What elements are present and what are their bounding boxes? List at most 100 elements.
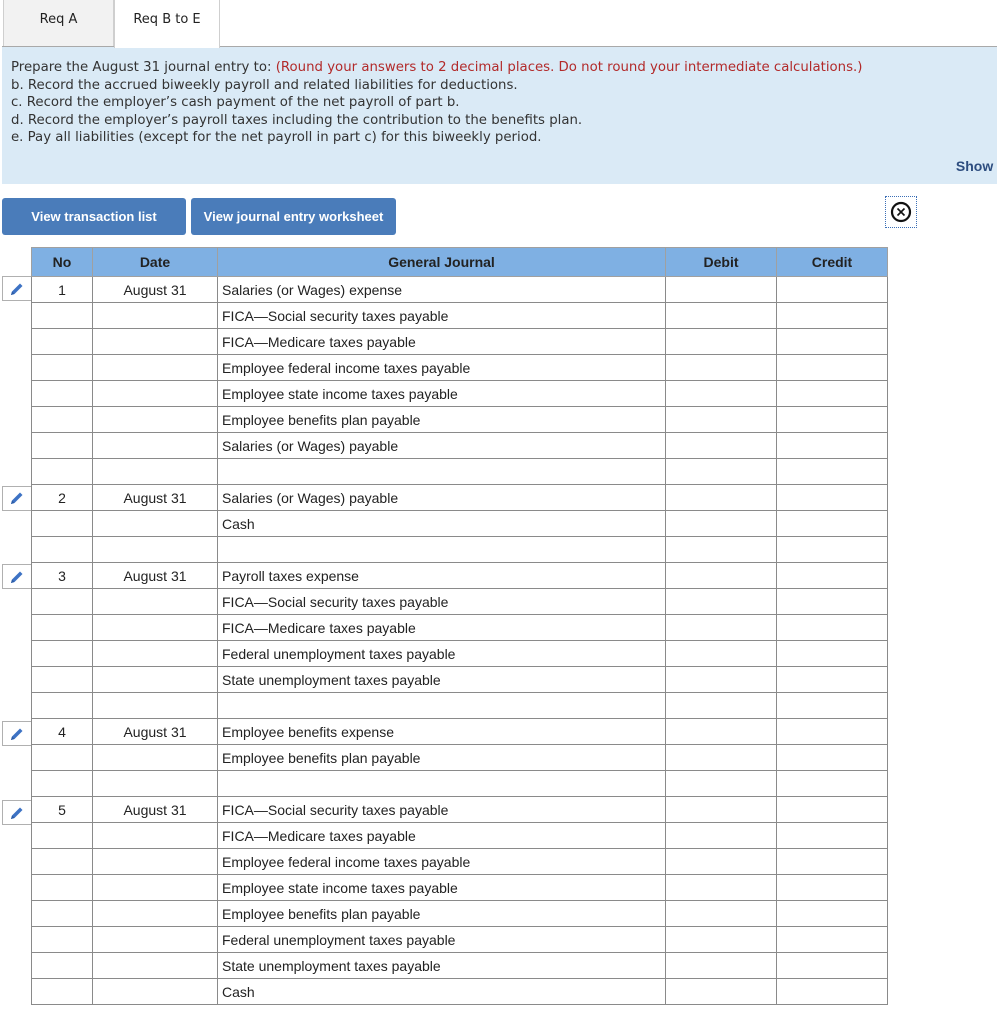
pencil-icon	[11, 571, 23, 583]
empty-cell	[92, 692, 218, 719]
credit-cell[interactable]	[776, 614, 888, 641]
debit-cell[interactable]	[665, 354, 777, 381]
debit-cell[interactable]	[665, 614, 777, 641]
instructions-intro: Prepare the August 31 journal entry to:	[11, 60, 276, 75]
credit-cell[interactable]	[776, 744, 888, 771]
credit-cell[interactable]	[776, 822, 888, 849]
journal-row: State unemployment taxes payable	[31, 952, 888, 979]
credit-cell[interactable]	[776, 796, 888, 823]
account-name: FICA—Social security taxes payable	[217, 588, 666, 615]
view-journal-entry-worksheet-button[interactable]: View journal entry worksheet	[191, 198, 396, 235]
empty-cell[interactable]	[776, 770, 888, 797]
credit-cell[interactable]	[776, 328, 888, 355]
credit-cell[interactable]	[776, 640, 888, 667]
view-transaction-list-button[interactable]: View transaction list	[2, 198, 186, 235]
edit-entry-button[interactable]	[2, 485, 31, 511]
empty-cell	[217, 536, 666, 563]
debit-cell[interactable]	[665, 718, 777, 745]
empty-cell	[217, 692, 666, 719]
debit-cell[interactable]	[665, 276, 777, 303]
credit-cell[interactable]	[776, 276, 888, 303]
credit-cell[interactable]	[776, 302, 888, 329]
credit-cell[interactable]	[776, 874, 888, 901]
journal-row: Cash	[31, 978, 888, 1005]
debit-cell[interactable]	[665, 952, 777, 979]
debit-cell[interactable]	[665, 432, 777, 459]
journal-row: 2 August 31 Salaries (or Wages) payable	[31, 484, 888, 511]
header-debit: Debit	[665, 247, 777, 277]
debit-cell[interactable]	[665, 640, 777, 667]
tab-req-a[interactable]: Req A	[3, 0, 114, 46]
edit-entry-button[interactable]	[2, 276, 31, 301]
header-general-journal: General Journal	[217, 247, 666, 277]
entry-date	[92, 406, 218, 433]
credit-cell[interactable]	[776, 926, 888, 953]
account-name: Employee benefits expense	[217, 718, 666, 745]
journal-row: Federal unemployment taxes payable	[31, 926, 888, 953]
header-credit: Credit	[776, 247, 888, 277]
empty-cell[interactable]	[665, 536, 777, 563]
tab-req-b-to-e[interactable]: Req B to E	[114, 0, 220, 48]
credit-cell[interactable]	[776, 588, 888, 615]
debit-cell[interactable]	[665, 796, 777, 823]
debit-cell[interactable]	[665, 900, 777, 927]
debit-cell[interactable]	[665, 744, 777, 771]
credit-cell[interactable]	[776, 900, 888, 927]
credit-cell[interactable]	[776, 510, 888, 537]
journal-row: FICA—Medicare taxes payable	[31, 328, 888, 355]
debit-cell[interactable]	[665, 328, 777, 355]
debit-cell[interactable]	[665, 822, 777, 849]
credit-cell[interactable]	[776, 848, 888, 875]
entry-date: August 31	[92, 276, 218, 303]
debit-cell[interactable]	[665, 926, 777, 953]
show-link[interactable]: Show l	[956, 158, 997, 174]
empty-cell[interactable]	[776, 536, 888, 563]
empty-cell	[92, 458, 218, 485]
empty-cell	[92, 770, 218, 797]
close-button[interactable]	[885, 196, 917, 228]
credit-cell[interactable]	[776, 718, 888, 745]
empty-cell[interactable]	[665, 458, 777, 485]
journal-row: FICA—Medicare taxes payable	[31, 614, 888, 641]
debit-cell[interactable]	[665, 588, 777, 615]
spacer-row	[31, 458, 888, 485]
debit-cell[interactable]	[665, 510, 777, 537]
credit-cell[interactable]	[776, 666, 888, 693]
empty-cell[interactable]	[665, 692, 777, 719]
credit-cell[interactable]	[776, 406, 888, 433]
credit-cell[interactable]	[776, 484, 888, 511]
instructions-panel: Prepare the August 31 journal entry to: …	[2, 46, 997, 184]
rounding-note: (Round your answers to 2 decimal places.…	[275, 60, 863, 75]
edit-entry-button[interactable]	[2, 800, 31, 825]
edit-entry-button[interactable]	[2, 564, 31, 590]
debit-cell[interactable]	[665, 302, 777, 329]
empty-cell[interactable]	[776, 458, 888, 485]
credit-cell[interactable]	[776, 380, 888, 407]
entry-number	[31, 926, 93, 953]
debit-cell[interactable]	[665, 874, 777, 901]
credit-cell[interactable]	[776, 354, 888, 381]
edit-entry-button[interactable]	[2, 721, 31, 747]
entry-number	[31, 380, 93, 407]
debit-cell[interactable]	[665, 978, 777, 1005]
empty-cell[interactable]	[665, 770, 777, 797]
journal-row: 3 August 31 Payroll taxes expense	[31, 562, 888, 589]
credit-cell[interactable]	[776, 432, 888, 459]
journal-row: 4 August 31 Employee benefits expense	[31, 718, 888, 745]
instruction-item-d: d. Record the employer’s payroll taxes i…	[11, 112, 583, 128]
debit-cell[interactable]	[665, 562, 777, 589]
entry-number: 1	[31, 276, 93, 303]
debit-cell[interactable]	[665, 406, 777, 433]
debit-cell[interactable]	[665, 380, 777, 407]
debit-cell[interactable]	[665, 666, 777, 693]
empty-cell[interactable]	[776, 692, 888, 719]
credit-cell[interactable]	[776, 952, 888, 979]
credit-cell[interactable]	[776, 978, 888, 1005]
credit-cell[interactable]	[776, 562, 888, 589]
account-name: State unemployment taxes payable	[217, 666, 666, 693]
debit-cell[interactable]	[665, 484, 777, 511]
entry-number	[31, 978, 93, 1005]
entry-number	[31, 874, 93, 901]
debit-cell[interactable]	[665, 848, 777, 875]
entry-number: 2	[31, 484, 93, 511]
